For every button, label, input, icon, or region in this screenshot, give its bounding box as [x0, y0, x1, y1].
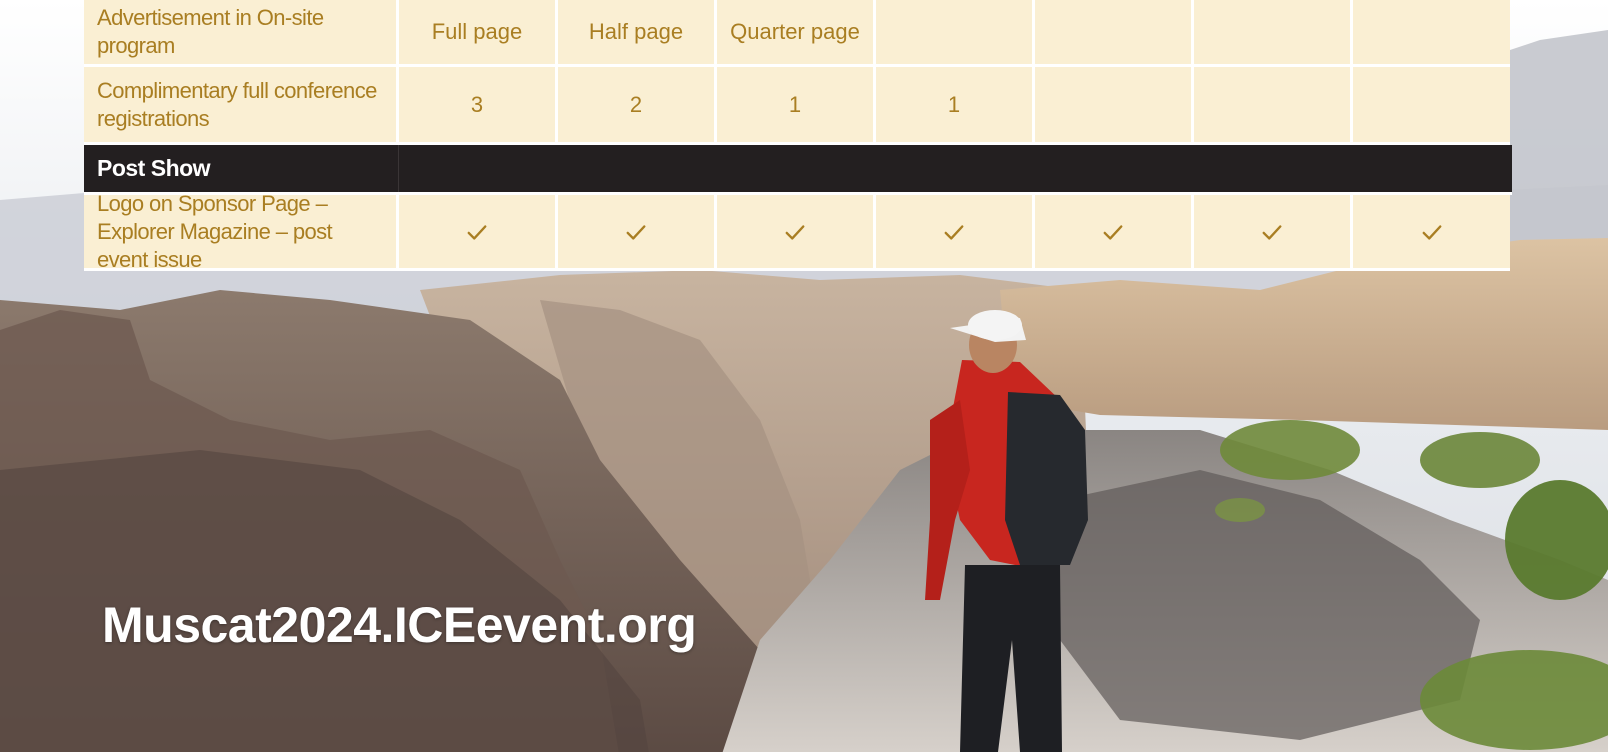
table-cell — [717, 195, 876, 271]
table-cell — [876, 195, 1035, 271]
table-row: Advertisement in On-site program Full pa… — [84, 0, 1512, 67]
table-cell: 3 — [399, 67, 558, 145]
section-title: Post Show — [84, 145, 399, 192]
table-cell: Half page — [558, 0, 717, 67]
table-cell: Quarter page — [717, 0, 876, 67]
table-cell: 2 — [558, 67, 717, 145]
table-cell — [1353, 195, 1510, 271]
table-cell — [1353, 67, 1510, 145]
table-cell — [1035, 67, 1194, 145]
table-cell — [1035, 195, 1194, 271]
check-icon — [1102, 221, 1124, 243]
table-cell: 1 — [717, 67, 876, 145]
table-cell — [1353, 0, 1510, 67]
sponsorship-benefits-table: Advertisement in On-site program Full pa… — [84, 0, 1512, 272]
table-cell — [1194, 67, 1353, 145]
check-icon — [784, 221, 806, 243]
table-row: Complimentary full conference registrati… — [84, 67, 1512, 145]
table-cell — [1194, 0, 1353, 67]
table-cell: 1 — [876, 67, 1035, 145]
table-cell: Full page — [399, 0, 558, 67]
check-icon — [943, 221, 965, 243]
table-cell — [876, 0, 1035, 67]
check-icon — [1261, 221, 1283, 243]
check-icon — [625, 221, 647, 243]
table-cell — [558, 195, 717, 271]
check-icon — [466, 221, 488, 243]
event-website-url: Muscat2024.ICEevent.org — [102, 597, 697, 653]
table-cell — [1194, 195, 1353, 271]
table-row: Logo on Sponsor Page – Explorer Magazine… — [84, 191, 1512, 272]
section-header-row: Post Show — [84, 145, 1512, 195]
check-icon — [1421, 221, 1443, 243]
table-cell — [1035, 0, 1194, 67]
row-label: Logo on Sponsor Page – Explorer Magazine… — [84, 191, 399, 272]
row-label: Advertisement in On-site program — [84, 0, 399, 67]
row-label: Complimentary full conference registrati… — [84, 67, 399, 145]
table-cell — [399, 195, 558, 271]
